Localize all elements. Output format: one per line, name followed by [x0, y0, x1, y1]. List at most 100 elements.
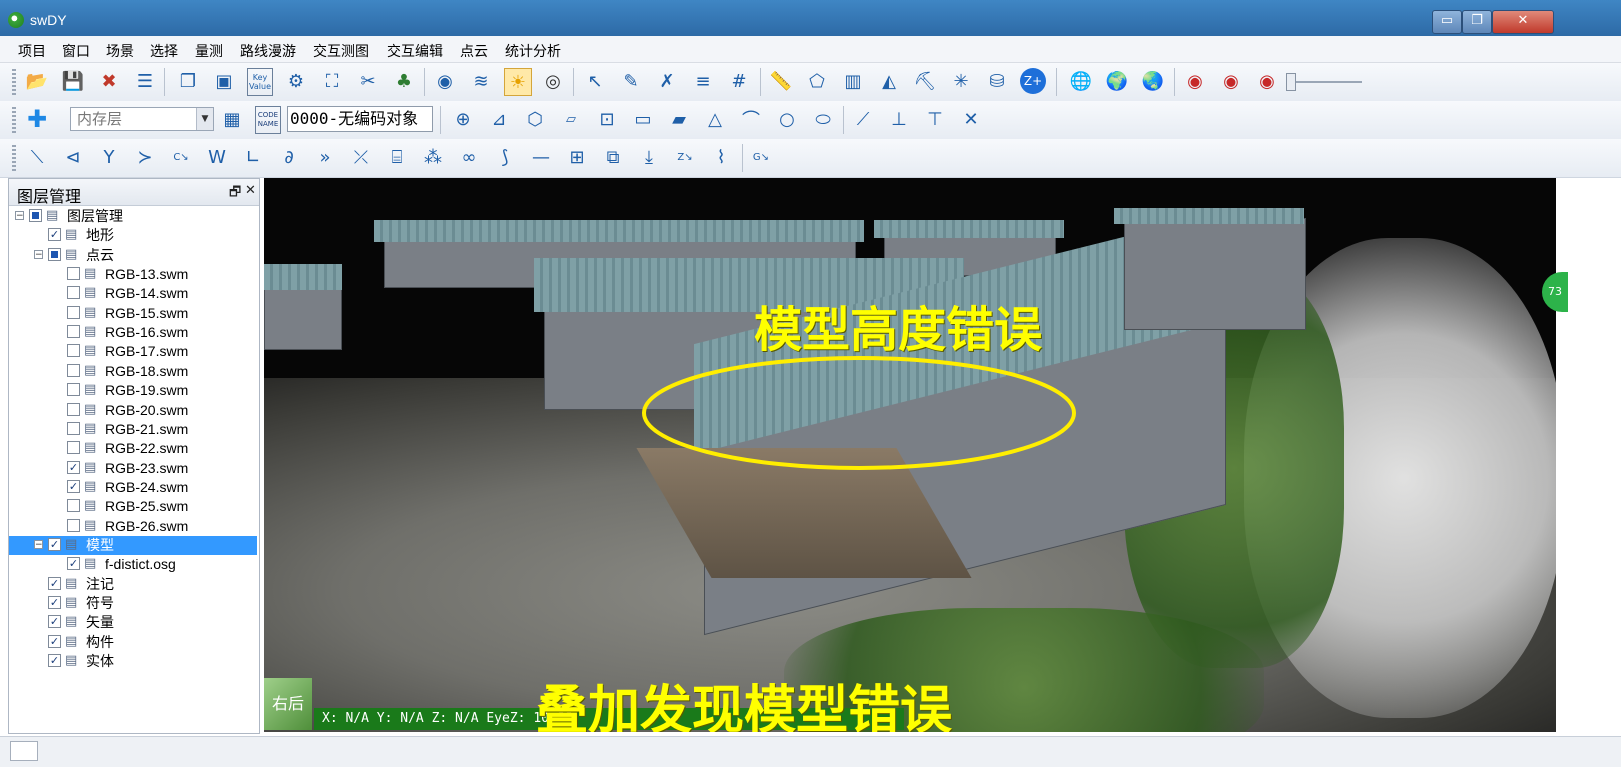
node-edit-icon[interactable]: ⁂	[420, 144, 446, 170]
layer-visibility-checkbox[interactable]: ✓	[48, 537, 61, 551]
select-arrow-icon[interactable]: ↖	[582, 68, 608, 94]
globe-icon[interactable]: 🌐	[1068, 68, 1094, 94]
layer-visibility-checkbox[interactable]	[67, 286, 80, 300]
layer-tree-row[interactable]: ✓ ▤ 矢量	[9, 613, 257, 632]
layer-tree-row[interactable]: ▤ RGB-19.swm	[9, 381, 257, 400]
layer-tree-row[interactable]: ▤ RGB-22.swm	[9, 439, 257, 458]
edit-tool-4-icon[interactable]: ≻	[132, 144, 158, 170]
layer-visibility-checkbox[interactable]	[67, 421, 80, 435]
gj-st-icon[interactable]: G↘	[748, 144, 774, 170]
layer-tree-row[interactable]: ✓ ▤ 地形	[9, 226, 257, 245]
layer-visibility-checkbox[interactable]	[67, 305, 80, 319]
chevron-down-icon[interactable]: ▼	[196, 108, 213, 130]
toolbar-grip[interactable]	[12, 69, 16, 95]
add-plus-icon[interactable]: ✚	[24, 105, 50, 133]
layer-tree-row[interactable]: ▤ RGB-25.swm	[9, 497, 257, 516]
layer-visibility-checkbox[interactable]: ✓	[48, 615, 61, 629]
ellipse-icon[interactable]: ⬭	[810, 106, 836, 132]
view-window-icon[interactable]: ▣	[211, 68, 237, 94]
layer-visibility-checkbox[interactable]: ✓	[48, 596, 61, 609]
speed-slider-thumb[interactable]	[1286, 73, 1296, 91]
point-crosshair-icon[interactable]: ⊕	[450, 106, 476, 132]
menu-measure[interactable]: 量测	[195, 41, 223, 61]
globe-add-icon[interactable]: 🌍	[1104, 68, 1130, 94]
link-nodes-icon[interactable]: ∞	[456, 144, 482, 170]
z2-z1-icon[interactable]: Z↘	[672, 144, 698, 170]
z-plus-icon[interactable]: Z+	[1020, 68, 1046, 94]
stop-record-icon[interactable]: ◉	[1254, 68, 1280, 94]
tree-expander-icon[interactable]: −	[34, 539, 43, 549]
c1-c2-icon[interactable]: C↘	[168, 144, 194, 170]
layer-tree-row[interactable]: ✓ ▤ 注记	[9, 575, 257, 594]
dash-line-icon[interactable]: —	[528, 144, 554, 170]
save-icon[interactable]: 💾	[60, 68, 86, 94]
layer-visibility-checkbox[interactable]	[67, 267, 80, 281]
menu-window[interactable]: 窗口	[62, 41, 90, 61]
layer-tree-row[interactable]: ✓ ▤ f-distict.osg	[9, 555, 257, 574]
layer-visibility-checkbox[interactable]	[67, 325, 80, 339]
key-value-icon[interactable]: Key Value	[247, 68, 273, 96]
globe-edit-icon[interactable]: 🌏	[1140, 68, 1166, 94]
menu-route-roam[interactable]: 路线漫游	[240, 41, 296, 61]
close-button[interactable]: ✕	[1492, 10, 1554, 34]
layer-visibility-checkbox[interactable]: ✓	[67, 479, 80, 493]
close-project-icon[interactable]: ✖	[96, 68, 122, 94]
layer-tree-row[interactable]: − ▤ 图层管理	[9, 207, 257, 226]
circle-icon[interactable]: ○	[774, 106, 800, 132]
layer-tree-row[interactable]: ✓ ▤ 实体	[9, 652, 257, 671]
layer-tree-row[interactable]: ▤ RGB-16.swm	[9, 323, 257, 342]
layer-tree-row[interactable]: ▤ RGB-20.swm	[9, 401, 257, 420]
triangle-icon[interactable]: △	[702, 106, 728, 132]
tangent-icon[interactable]: ⟆	[492, 144, 518, 170]
layer-tree-row[interactable]: ✓ ▤ 构件	[9, 633, 257, 652]
menu-project[interactable]: 项目	[18, 41, 46, 61]
layer-visibility-checkbox[interactable]	[67, 518, 80, 532]
align-icon[interactable]: ≡	[690, 68, 716, 94]
layer-tree-row[interactable]: ▤ RGB-18.swm	[9, 362, 257, 381]
layer-visibility-checkbox[interactable]	[48, 247, 61, 261]
zoom-extent-icon[interactable]: ⛶	[319, 68, 345, 94]
double-chevron-icon[interactable]: »	[312, 144, 338, 170]
line-tool-icon[interactable]: ⟋	[850, 106, 876, 132]
properties-list-icon[interactable]: ☰	[132, 68, 158, 94]
layer-tree-row[interactable]: − ▤ 点云	[9, 246, 257, 265]
toolbar-grip[interactable]	[12, 145, 16, 171]
settings-gear-icon[interactable]: ⚙	[283, 68, 309, 94]
3d-viewport[interactable]: 模型高度错误 X: N/A Y: N/A Z: N/A EyeZ: 10 66 …	[264, 178, 1556, 732]
sun-light-icon[interactable]: ☀	[504, 68, 532, 96]
bar-chart-icon[interactable]: ▥	[840, 68, 866, 94]
corner-icon[interactable]: ∟	[240, 144, 266, 170]
layer-visibility-checkbox[interactable]: ✓	[48, 634, 61, 648]
w-curve-icon[interactable]: W	[204, 144, 230, 170]
menu-select[interactable]: 选择	[150, 41, 178, 61]
edit-tool-3-icon[interactable]: Y	[96, 144, 122, 170]
layer-tree-row[interactable]: ✓ ▤ RGB-24.swm	[9, 478, 257, 497]
speed-slider-track[interactable]	[1288, 81, 1362, 83]
tree-expander-icon[interactable]: −	[15, 211, 24, 221]
navigation-cube[interactable]: 右后	[264, 678, 312, 730]
menu-interactive-mapping[interactable]: 交互测图	[313, 41, 369, 61]
perpendicular-icon[interactable]: ⊥	[886, 106, 912, 132]
maximize-button[interactable]: ❐	[1462, 10, 1492, 34]
hexagon-icon[interactable]: ⬡	[522, 106, 548, 132]
ruler-icon[interactable]: 📏	[768, 68, 794, 94]
profile-icon[interactable]: ◭	[876, 68, 902, 94]
loop-icon[interactable]: ∂	[276, 144, 302, 170]
layer-combo[interactable]: 内存层 ▼	[70, 107, 214, 131]
layer-visibility-checkbox[interactable]	[67, 499, 80, 513]
delete-vertex-icon[interactable]: ✗	[654, 68, 680, 94]
layer-visibility-checkbox[interactable]	[29, 209, 42, 222]
intersect-icon[interactable]: ✕	[958, 106, 984, 132]
volume-icon[interactable]: ⛁	[984, 68, 1010, 94]
vertical-line-icon[interactable]: ⊤	[922, 106, 948, 132]
float-panel-icon[interactable]: 🗗	[229, 183, 241, 205]
glasses-icon[interactable]: ◎	[540, 68, 566, 94]
xyz-axis-icon[interactable]: ✳	[948, 68, 974, 94]
frame-icon[interactable]: ⌸	[384, 144, 410, 170]
grid-points-icon[interactable]: ⊞	[564, 144, 590, 170]
area-measure-icon[interactable]: ⬠	[804, 68, 830, 94]
open-folder-icon[interactable]: 📂	[24, 68, 50, 94]
edit-tool-1-icon[interactable]: ⟍	[24, 144, 50, 170]
feature-code-field[interactable]: 0000-无编码对象	[287, 106, 433, 132]
layer-tree-row[interactable]: ▤ RGB-17.swm	[9, 342, 257, 361]
